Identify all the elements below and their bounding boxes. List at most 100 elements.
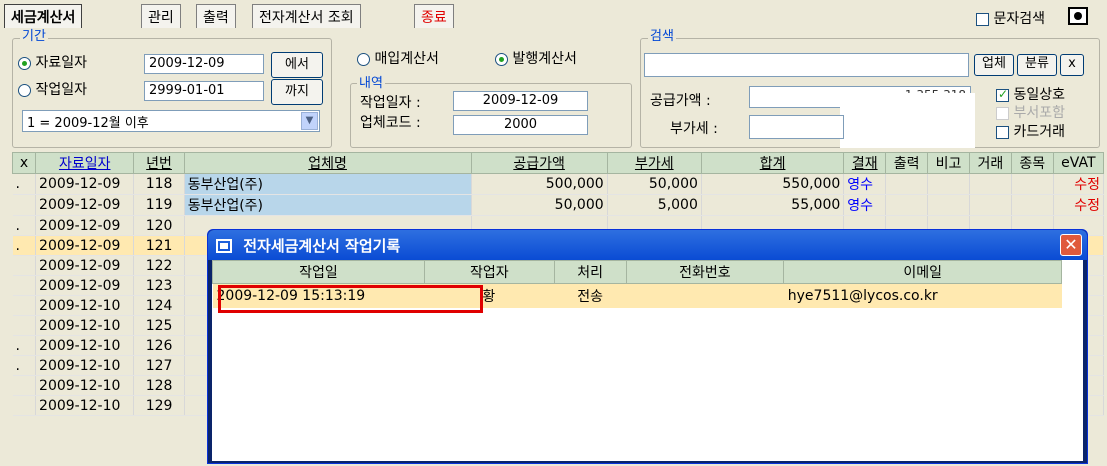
row-no: 123	[133, 275, 185, 296]
radio-data-date[interactable]: 자료일자	[18, 52, 87, 72]
company-button[interactable]: 업체	[974, 54, 1014, 76]
header-no[interactable]: 년번	[133, 152, 185, 174]
search-input[interactable]	[644, 53, 969, 77]
header-trade[interactable]: 거래	[968, 152, 1012, 174]
header-total[interactable]: 합계	[700, 152, 845, 174]
header-print[interactable]: 출력	[885, 152, 929, 174]
row-supply: 50,000	[471, 194, 608, 216]
row-date: 2009-12-09	[35, 215, 135, 236]
row-no: 121	[133, 235, 185, 256]
same-company-checkbox[interactable]	[996, 87, 1009, 102]
vat-label: 부가세 :	[670, 121, 718, 137]
row-date: 2009-12-09	[35, 275, 135, 296]
row-date: 2009-12-10	[35, 375, 135, 396]
same-company-toggle[interactable]: 동일상호	[996, 84, 1065, 104]
header-vat[interactable]: 부가세	[606, 152, 702, 174]
row-total: 550,000	[701, 173, 845, 195]
row-total: 55,000	[701, 194, 845, 216]
text-search-checkbox[interactable]	[976, 12, 989, 26]
row-mark: .	[12, 355, 37, 376]
table-row[interactable]: . 2009-12-09 118 동부산업(주) 500,000 50,000 550,00…	[12, 173, 1105, 195]
row-date: 2009-12-10	[35, 355, 135, 376]
table-row[interactable]: 2009-12-09 119 동부산업(주) 50,000 5,000 55,000 영수 수…	[12, 194, 1105, 216]
row-evat: 수정	[1053, 194, 1105, 216]
chevron-down-icon[interactable]: ▼	[301, 112, 318, 130]
row-date: 2009-12-09	[35, 194, 135, 216]
header-pay[interactable]: 결재	[843, 152, 887, 174]
radio-purchase-label: 매입계산서	[374, 51, 439, 67]
radio-purchase[interactable]: 매입계산서	[357, 48, 439, 68]
row-no: 124	[133, 295, 185, 316]
row-no: 118	[133, 173, 185, 195]
month-select[interactable]: 1 = 2009-12월 이후 ▼	[22, 110, 320, 132]
work-log-dialog: 전자세금계산서 작업기록 ✕ 작업일 작업자 처리 전화번호 이메일 2009-…	[207, 229, 1088, 464]
dept-toggle[interactable]: 부서포함	[996, 102, 1065, 122]
company-code-label: 업체코드 :	[360, 115, 421, 131]
log-header-action: 처리	[553, 260, 627, 284]
date-to-input[interactable]: 2999-01-01	[144, 81, 264, 101]
row-item	[1011, 194, 1054, 216]
period-group-label: 기간	[20, 29, 48, 44]
row-print	[885, 194, 929, 216]
radio-work-date-label: 작업일자	[35, 82, 87, 98]
radio-work-date[interactable]: 작업일자	[18, 79, 87, 99]
row-date: 2009-12-10	[35, 395, 135, 416]
card-checkbox[interactable]	[996, 125, 1009, 139]
header-supply[interactable]: 공급가액	[470, 152, 608, 174]
row-date: 2009-12-09	[35, 235, 135, 256]
row-mark	[12, 194, 37, 216]
tab-manage[interactable]: 관리	[141, 4, 181, 28]
header-note[interactable]: 비고	[927, 152, 970, 174]
month-select-value: 1 = 2009-12월 이후	[27, 116, 149, 131]
row-item	[1011, 173, 1054, 195]
header-item[interactable]: 종목	[1010, 152, 1054, 174]
log-email: hye7511@lycos.co.kr	[783, 283, 1062, 308]
header-x[interactable]: x	[11, 152, 37, 174]
row-date: 2009-12-09	[35, 255, 135, 276]
row-print	[885, 173, 929, 195]
to-button[interactable]: 까지	[271, 79, 323, 105]
dept-label: 부서포함	[1013, 105, 1065, 121]
tab-exit[interactable]: 종료	[414, 4, 454, 28]
log-header-worker: 작업자	[423, 260, 555, 284]
row-date: 2009-12-10	[35, 315, 135, 336]
log-header-datetime: 작업일	[212, 260, 425, 284]
row-no: 122	[133, 255, 185, 276]
close-search-button[interactable]: x	[1060, 54, 1084, 76]
log-action: 전송	[554, 283, 627, 308]
row-date: 2009-12-09	[35, 173, 135, 195]
tab-print[interactable]: 출력	[196, 4, 236, 28]
tab-tax-invoice[interactable]: 세금계산서	[4, 4, 83, 28]
radio-issue-dot[interactable]	[495, 52, 508, 66]
radio-purchase-dot[interactable]	[357, 52, 370, 66]
row-trade	[969, 173, 1012, 195]
record-toggle-button[interactable]	[1068, 7, 1088, 25]
radio-data-date-dot[interactable]	[18, 56, 31, 70]
work-log-header-row: 작업일 작업자 처리 전화번호 이메일	[212, 260, 1062, 284]
row-no: 120	[133, 215, 185, 236]
header-date[interactable]: 자료일자	[35, 152, 135, 174]
radio-issue[interactable]: 발행계산서	[495, 48, 577, 68]
header-evat[interactable]: eVAT	[1052, 152, 1105, 174]
close-icon[interactable]: ✕	[1060, 234, 1082, 256]
dialog-titlebar[interactable]: 전자세금계산서 작업기록	[208, 230, 1087, 260]
row-date: 2009-12-10	[35, 295, 135, 316]
row-mark	[12, 395, 37, 416]
card-label: 카드거래	[1013, 124, 1065, 140]
row-no: 125	[133, 315, 185, 336]
log-header-email: 이메일	[783, 260, 1062, 284]
row-mark	[12, 315, 37, 336]
radio-work-date-dot[interactable]	[18, 83, 31, 97]
date-from-input[interactable]: 2009-12-09	[144, 54, 264, 74]
tab-e-invoice-query[interactable]: 전자계산서 조회	[252, 4, 361, 28]
row-no: 126	[133, 335, 185, 356]
header-company[interactable]: 업체명	[183, 152, 472, 174]
from-button[interactable]: 에서	[271, 52, 323, 78]
text-search-toggle[interactable]: 문자검색	[976, 8, 1045, 28]
category-button[interactable]: 분류	[1017, 54, 1057, 76]
card-toggle[interactable]: 카드거래	[996, 121, 1065, 141]
row-mark: .	[12, 235, 37, 256]
row-mark: .	[12, 215, 37, 236]
dept-checkbox[interactable]	[996, 106, 1009, 120]
row-no: 128	[133, 375, 185, 396]
